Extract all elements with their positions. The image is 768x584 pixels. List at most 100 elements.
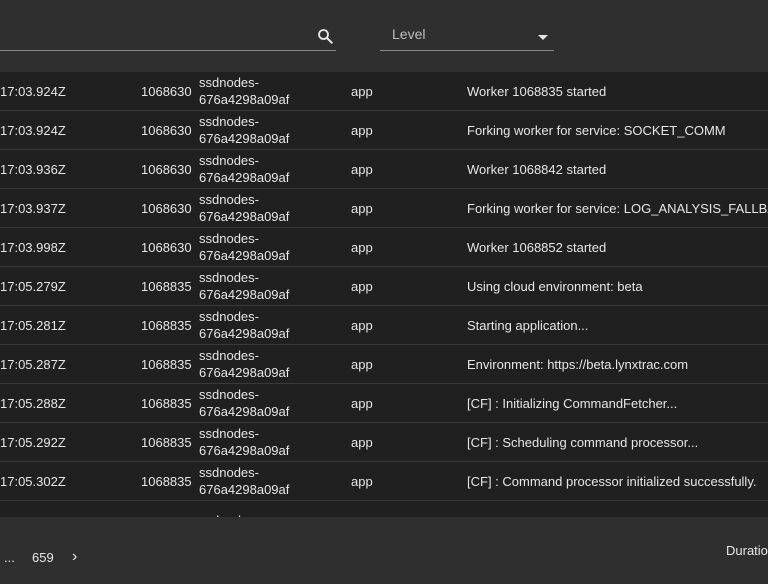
table-row[interactable]: 17:05.302Z 1068835 ssdnodes- 676a4298a09af a…	[0, 462, 768, 501]
hostname-line-1: ssdnodes-	[199, 75, 259, 90]
search-input[interactable]	[0, 24, 304, 50]
pid-cell: 1068630	[141, 83, 192, 99]
table-row[interactable]: 17:03.924Z 1068630 ssdnodes- 676a4298a09af a…	[0, 111, 768, 150]
pid-cell: 1068835	[141, 434, 192, 450]
timestamp-cell: 17:05.279Z	[0, 278, 66, 294]
pid-cell: 1068835	[141, 317, 192, 333]
source-cell: app	[351, 122, 373, 138]
pid-cell: 1068835	[141, 278, 192, 294]
table-row[interactable]: 17:03.936Z 1068630 ssdnodes- 676a4298a09af a…	[0, 150, 768, 189]
message-cell: Using cloud environment: beta	[467, 278, 643, 294]
hostname-cell: ssdnodes- 676a4298a09af	[199, 384, 289, 422]
message-cell: Forking worker for service: SOCKET_COMM	[467, 122, 726, 138]
pid-cell: 1068630	[141, 200, 192, 216]
hostname-line-1: ssdnodes-	[199, 153, 259, 168]
message-cell: [CF] : Initializing CommandFetcher...	[467, 395, 678, 411]
level-select[interactable]: Level	[380, 24, 554, 51]
hostname-line-1: ssdnodes-	[199, 387, 259, 402]
source-cell: app	[351, 317, 373, 333]
hostname-cell: ssdnodes- 676a4298a09af	[199, 462, 289, 500]
hostname-line-1: ssdnodes-	[199, 231, 259, 246]
hostname-line-1: ssdnodes-	[199, 192, 259, 207]
source-cell: app	[351, 278, 373, 294]
hostname-line-2: 676a4298a09af	[199, 326, 290, 341]
source-cell: app	[351, 356, 373, 372]
hostname-line-2: 676a4298a09af	[199, 287, 290, 302]
toolbar: Level	[0, 0, 768, 72]
source-cell: app	[351, 434, 373, 450]
source-cell: app	[351, 200, 373, 216]
hostname-cell: ssdnodes- 676a4298a09af	[199, 228, 289, 266]
pid-cell: 1068630	[141, 239, 192, 255]
source-cell: app	[351, 473, 373, 489]
search-field[interactable]	[0, 24, 336, 51]
table-row[interactable]: 17:05.292Z 1068835 ssdnodes- 676a4298a09af a…	[0, 423, 768, 462]
message-cell: Forking worker for service: LOG_ANALYSIS…	[467, 200, 768, 216]
hostname-line-1: ssdnodes-	[199, 465, 259, 480]
level-select-label: Level	[392, 26, 426, 42]
message-cell: Environment: https://beta.lynxtrac.com	[467, 356, 689, 372]
hostname-line-2: 676a4298a09af	[199, 131, 290, 146]
hostname-cell: ssdnodes- 676a4298a09af	[199, 423, 289, 461]
chevron-down-icon	[538, 35, 548, 40]
hostname-line-1: ssdnodes-	[199, 348, 259, 363]
pid-cell: 1068835	[141, 356, 192, 372]
hostname-cell: ssdnodes-	[199, 501, 259, 518]
pid-cell: 1068835	[141, 473, 192, 489]
hostname-line-2: 676a4298a09af	[199, 404, 290, 419]
pagination-page-last[interactable]: 659	[32, 550, 54, 565]
hostname-cell: ssdnodes- 676a4298a09af	[199, 189, 289, 227]
timestamp-cell: 17:03.937Z	[0, 200, 66, 216]
table-row[interactable]: 17:05.288Z 1068835 ssdnodes- 676a4298a09af a…	[0, 384, 768, 423]
pid-cell: 1068630	[141, 161, 192, 177]
pid-cell: 1068835	[141, 395, 192, 411]
table-footer: ... 659 › Duration	[0, 517, 768, 584]
table-row[interactable]: 17:03.937Z 1068630 ssdnodes- 676a4298a09af a…	[0, 189, 768, 228]
timestamp-cell: 17:05.281Z	[0, 317, 66, 333]
hostname-line-1: ssdnodes-	[199, 114, 259, 129]
hostname-line-1: ssdnodes-	[199, 309, 259, 324]
hostname-cell: ssdnodes- 676a4298a09af	[199, 150, 289, 188]
hostname-cell: ssdnodes- 676a4298a09af	[199, 111, 289, 149]
hostname-line-2: 676a4298a09af	[199, 92, 290, 107]
timestamp-cell: 17:05.287Z	[0, 356, 66, 372]
hostname-cell: ssdnodes- 676a4298a09af	[199, 306, 289, 344]
hostname-line-2: 676a4298a09af	[199, 443, 290, 458]
source-cell: app	[351, 395, 373, 411]
table-row[interactable]: ssdnodes-	[0, 501, 768, 518]
pid-cell: 1068630	[141, 122, 192, 138]
hostname-line-1: ssdnodes-	[199, 270, 259, 285]
table-row[interactable]: 17:05.287Z 1068835 ssdnodes- 676a4298a09af a…	[0, 345, 768, 384]
timestamp-cell: 17:03.924Z	[0, 83, 66, 99]
source-cell: app	[351, 239, 373, 255]
hostname-cell: ssdnodes- 676a4298a09af	[199, 267, 289, 305]
hostname-line-2: 676a4298a09af	[199, 170, 290, 185]
hostname-line-2: 676a4298a09af	[199, 482, 290, 497]
pagination-ellipsis: ...	[4, 550, 15, 565]
table-row[interactable]: 17:03.924Z 1068630 ssdnodes- 676a4298a09af a…	[0, 72, 768, 111]
hostname-line-2: 676a4298a09af	[199, 209, 290, 224]
chevron-right-icon[interactable]: ›	[72, 548, 77, 566]
timestamp-cell: 17:05.292Z	[0, 434, 66, 450]
duration-label: Duration	[726, 543, 768, 558]
table-row[interactable]: 17:03.998Z 1068630 ssdnodes- 676a4298a09af a…	[0, 228, 768, 267]
message-cell: Worker 1068835 started	[467, 83, 607, 99]
timestamp-cell: 17:03.924Z	[0, 122, 66, 138]
hostname-cell: ssdnodes- 676a4298a09af	[199, 72, 289, 110]
hostname-cell: ssdnodes- 676a4298a09af	[199, 345, 289, 383]
timestamp-cell: 17:03.998Z	[0, 239, 66, 255]
source-cell: app	[351, 161, 373, 177]
table-row[interactable]: 17:05.281Z 1068835 ssdnodes- 676a4298a09af a…	[0, 306, 768, 345]
hostname-line-2: 676a4298a09af	[199, 365, 290, 380]
timestamp-cell: 17:05.302Z	[0, 473, 66, 489]
message-cell: Starting application...	[467, 317, 589, 333]
log-table: 17:03.924Z 1068630 ssdnodes- 676a4298a09af a…	[0, 72, 768, 517]
search-icon[interactable]	[316, 27, 334, 45]
hostname-line-1: ssdnodes-	[199, 426, 259, 441]
message-cell: [CF] : Scheduling command processor...	[467, 434, 699, 450]
hostname-line-2: 676a4298a09af	[199, 248, 290, 263]
table-row[interactable]: 17:05.279Z 1068835 ssdnodes- 676a4298a09af a…	[0, 267, 768, 306]
timestamp-cell: 17:05.288Z	[0, 395, 66, 411]
message-cell: Worker 1068842 started	[467, 161, 607, 177]
message-cell: Worker 1068852 started	[467, 239, 607, 255]
